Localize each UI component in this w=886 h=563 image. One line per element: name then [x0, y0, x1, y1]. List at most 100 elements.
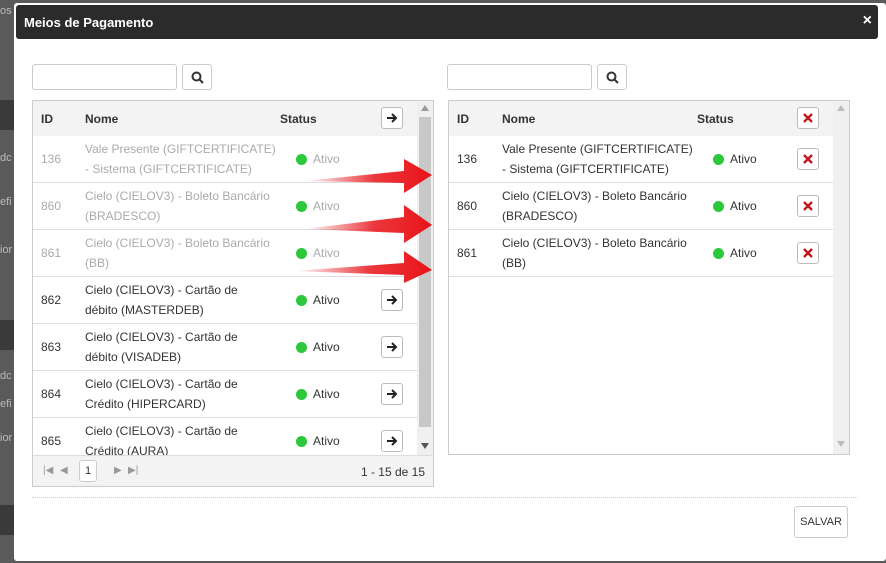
arrow-right-icon: [387, 113, 398, 123]
modal-header: Meios de Pagamento ×: [16, 5, 878, 39]
header-nome: Nome: [502, 112, 536, 126]
table-row: 863 Cielo (CIELOV3) - Cartão de débito (…: [33, 324, 417, 371]
row-nome: Cielo (CIELOV3) - Cartão de: [85, 424, 238, 438]
bg-block: [0, 100, 14, 130]
row-id: 861: [457, 246, 478, 260]
bg-fragment: dc: [0, 152, 12, 164]
row-nome-2: Crédito (HIPERCARD): [85, 397, 206, 411]
row-status: Ativo: [713, 149, 757, 169]
status-dot: [296, 342, 307, 354]
arrow-icon: [304, 205, 432, 243]
header-id: ID: [41, 112, 53, 126]
arrow-right-icon: [387, 436, 398, 446]
row-id: 863: [41, 340, 62, 354]
row-nome: Vale Presente (GIFTCERTIFICATE): [85, 142, 276, 156]
right-search-input[interactable]: [447, 64, 592, 90]
annotation-arrows: [294, 159, 432, 283]
table-header: ID Nome Status: [33, 101, 417, 137]
first-page-icon[interactable]: |◀: [43, 465, 53, 476]
selected-methods-panel: ID Nome Status 136 Vale Presente (GIFTCE…: [448, 100, 850, 455]
row-nome-2: débito (MASTERDEB): [85, 303, 204, 317]
row-nome-2: débito (VISADEB): [85, 350, 182, 364]
row-id: 861: [41, 246, 62, 260]
row-id: 860: [41, 199, 62, 213]
modal-title: Meios de Pagamento: [24, 15, 154, 30]
remove-row-button[interactable]: [797, 195, 819, 217]
row-id: 864: [41, 387, 62, 401]
bg-fragment: os: [0, 5, 12, 17]
prev-page-icon[interactable]: ◀: [60, 465, 68, 476]
scroll-down-icon[interactable]: [837, 441, 845, 447]
status-text: Ativo: [313, 340, 340, 354]
left-search-button[interactable]: [182, 64, 212, 90]
payment-methods-modal: Meios de Pagamento × ID Nome Status 136 …: [14, 3, 886, 561]
row-nome-2: (BRADESCO): [502, 209, 578, 223]
status-dot: [713, 248, 724, 260]
table-header: ID Nome Status: [449, 101, 833, 137]
bg-fragment: ior: [0, 432, 13, 444]
row-nome-2: (BRADESCO): [85, 209, 161, 223]
arrow-right-icon: [387, 295, 398, 305]
remove-icon: [803, 113, 813, 123]
row-id: 860: [457, 199, 478, 213]
remove-all-button[interactable]: [797, 107, 819, 129]
right-search-button[interactable]: [597, 64, 627, 90]
pager: |◀ ◀ 1 ▶ ▶| 1 - 15 de 15: [33, 455, 433, 486]
status-dot: [296, 389, 307, 401]
next-page-icon[interactable]: ▶: [114, 465, 122, 476]
table-row: 865 Cielo (CIELOV3) - Cartão de Crédito …: [33, 418, 417, 455]
save-button[interactable]: SALVAR: [794, 506, 848, 538]
status-text: Ativo: [313, 293, 340, 307]
row-nome: Cielo (CIELOV3) - Boleto Bancário: [85, 189, 270, 203]
bg-block: [0, 320, 14, 350]
arrow-icon: [304, 159, 432, 193]
arrow-icon: [294, 251, 432, 283]
row-status: Ativo: [296, 337, 340, 357]
row-nome: Vale Presente (GIFTCERTIFICATE): [502, 142, 693, 156]
row-status: Ativo: [713, 243, 757, 263]
table-row: 864 Cielo (CIELOV3) - Cartão de Crédito …: [33, 371, 417, 418]
row-nome-2: - Sistema (GIFTCERTIFICATE): [502, 162, 669, 176]
row-nome-2: (BB): [85, 256, 109, 270]
status-text: Ativo: [730, 246, 757, 260]
arrow-right-icon: [387, 342, 398, 352]
table-row: 861 Cielo (CIELOV3) - Boleto Bancário (B…: [449, 230, 833, 277]
status-text: Ativo: [313, 434, 340, 448]
bg-fragment: efi: [0, 196, 12, 208]
status-dot: [713, 201, 724, 213]
scroll-up-icon[interactable]: [837, 105, 845, 111]
header-nome: Nome: [85, 112, 119, 126]
add-row-button[interactable]: [381, 430, 403, 452]
status-dot: [296, 436, 307, 448]
remove-row-button[interactable]: [797, 242, 819, 264]
status-dot: [713, 154, 724, 166]
table-row: 862 Cielo (CIELOV3) - Cartão de débito (…: [33, 277, 417, 324]
add-all-button[interactable]: [381, 107, 403, 129]
remove-icon: [803, 248, 813, 258]
right-scrollbar[interactable]: [833, 101, 849, 454]
scroll-up-icon[interactable]: [421, 105, 429, 111]
add-row-button[interactable]: [381, 289, 403, 311]
scroll-down-icon[interactable]: [421, 443, 429, 449]
row-nome: Cielo (CIELOV3) - Boleto Bancário: [85, 236, 270, 250]
left-search-input[interactable]: [32, 64, 177, 90]
remove-icon: [803, 201, 813, 211]
search-icon: [191, 71, 204, 84]
close-icon[interactable]: ×: [863, 12, 872, 30]
status-text: Ativo: [730, 152, 757, 166]
row-id: 136: [41, 152, 62, 166]
status-dot: [296, 295, 307, 307]
row-id: 862: [41, 293, 62, 307]
row-status: Ativo: [713, 196, 757, 216]
row-nome: Cielo (CIELOV3) - Cartão de: [85, 330, 238, 344]
current-page[interactable]: 1: [79, 460, 97, 482]
row-nome: Cielo (CIELOV3) - Cartão de: [85, 283, 238, 297]
remove-row-button[interactable]: [797, 148, 819, 170]
table-row: 136 Vale Presente (GIFTCERTIFICATE) - Si…: [449, 136, 833, 183]
add-row-button[interactable]: [381, 336, 403, 358]
status-text: Ativo: [313, 387, 340, 401]
add-row-button[interactable]: [381, 383, 403, 405]
row-status: Ativo: [296, 431, 340, 451]
row-nome-2: (BB): [502, 256, 526, 270]
last-page-icon[interactable]: ▶|: [128, 465, 138, 476]
